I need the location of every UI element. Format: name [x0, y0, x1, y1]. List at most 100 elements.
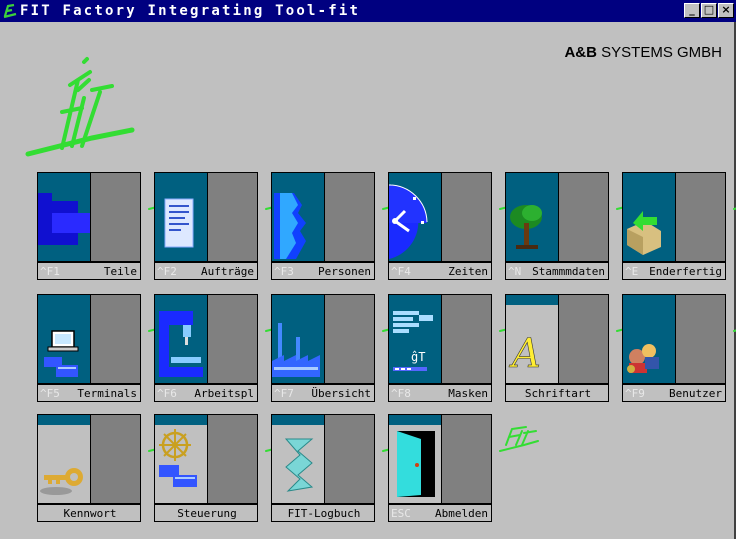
company-name: A&B SYSTEMS GMBH — [564, 44, 722, 61]
tile-image-area — [623, 173, 675, 261]
tree-icon — [510, 205, 542, 249]
tile-label: ^F4 Zeiten — [388, 262, 492, 280]
tile-image-area — [389, 173, 441, 261]
tile-label-text: FIT-Logbuch — [287, 506, 361, 520]
tile-stammmdaten[interactable]: ^N Stammmdaten — [505, 172, 656, 282]
tile-label-text: Masken — [448, 386, 488, 400]
maximize-button[interactable]: □ — [701, 3, 717, 18]
shortcut-key: ^F8 — [391, 386, 411, 400]
tile-label-text: Benutzer — [669, 386, 722, 400]
tile-image-area — [506, 173, 558, 261]
tile-label-text: Enderfertig — [649, 264, 722, 278]
svg-text:ĝT: ĝT — [411, 350, 425, 364]
tile-brand-area — [90, 295, 188, 383]
drill-press-icon — [159, 311, 203, 377]
window-title: FIT Factory Integrating Tool-fit — [20, 3, 361, 19]
tile-pane — [622, 294, 736, 384]
tile-pane: A — [505, 294, 656, 384]
tile-label-text: Aufträge — [201, 264, 254, 278]
tile-label-text: Teile — [103, 264, 137, 278]
fit-mark-icon — [499, 426, 539, 452]
tile-pane — [154, 172, 305, 262]
tile-label: ^F7 Übersicht — [271, 384, 375, 402]
tile-masken[interactable]: ĝT ^F8 Masken — [388, 294, 539, 404]
tile-label: Schriftart — [505, 384, 609, 402]
tile-label: Kennwort — [37, 504, 141, 522]
tile-brand-area — [441, 295, 539, 383]
tile-terminals[interactable]: ^F5 Terminals — [37, 294, 188, 404]
tile-pane — [271, 172, 422, 262]
tile-übersicht[interactable]: ^F7 Übersicht — [271, 294, 422, 404]
tile-label-text: Steuerung — [177, 506, 237, 520]
tile-image-area: A — [506, 295, 558, 383]
title-bar[interactable]: FIT Factory Integrating Tool-fit _ □ × — [0, 0, 736, 22]
document-icon — [164, 198, 194, 248]
tile-brand-area — [324, 295, 422, 383]
tile-label: ^F5 Terminals — [37, 384, 141, 402]
tile-label-text: Zeiten — [448, 264, 488, 278]
tile-image-area — [272, 295, 324, 383]
screen-mask-icon: ĝT — [393, 311, 433, 371]
fit-mark-icon — [733, 329, 736, 332]
tile-fit-logbuch[interactable]: FIT-Logbuch — [271, 414, 422, 524]
tile-kennwort[interactable]: Kennwort — [37, 414, 188, 524]
faces-icon — [274, 193, 306, 259]
tile-label: ^F1 Teile — [37, 262, 141, 280]
tile-benutzer[interactable]: ^F9 Benutzer — [622, 294, 736, 404]
tile-image-area — [272, 415, 324, 503]
tile-brand-area — [441, 415, 539, 503]
tile-pane — [37, 172, 188, 262]
door-icon — [389, 425, 441, 503]
shortcut-key: ^F5 — [40, 386, 60, 400]
tile-brand-area — [90, 173, 188, 261]
users-icon — [627, 344, 659, 373]
tile-zeiten[interactable]: ^F4 Zeiten — [388, 172, 539, 282]
tile-label: ^F6 Arbeitspl — [154, 384, 258, 402]
tile-label: ^F2 Aufträge — [154, 262, 258, 280]
helm-icon — [155, 425, 207, 503]
fit-app-icon — [3, 3, 17, 19]
tile-steuerung[interactable]: Steuerung — [154, 414, 305, 524]
shortcut-key: ^F9 — [625, 386, 645, 400]
app-window: FIT Factory Integrating Tool-fit _ □ × A… — [0, 0, 736, 539]
parts-icon — [38, 193, 90, 245]
computer-icon — [44, 330, 79, 377]
tile-label-text: Kennwort — [63, 506, 117, 520]
shortcut-key: ^F3 — [274, 264, 294, 278]
tile-label: ^F3 Personen — [271, 262, 375, 280]
fit-logo — [25, 57, 135, 157]
minimize-button[interactable]: _ — [684, 3, 700, 18]
tile-abmelden[interactable]: ESC Abmelden — [388, 414, 539, 524]
tile-pane — [271, 414, 422, 504]
tile-image-area — [38, 295, 90, 383]
fit-mark-icon — [733, 207, 736, 210]
tile-brand-area — [324, 415, 422, 503]
key-icon — [38, 425, 90, 503]
tile-brand-area — [441, 173, 539, 261]
tile-personen[interactable]: ^F3 Personen — [271, 172, 422, 282]
tile-label: ^E Enderfertig — [622, 262, 726, 280]
tile-arbeitspl[interactable]: ^F6 Arbeitspl — [154, 294, 305, 404]
tile-label: ESC Abmelden — [388, 504, 492, 522]
tile-schriftart[interactable]: A Schriftart — [505, 294, 656, 404]
tile-label-text: Stammmdaten — [532, 264, 605, 278]
tile-image-area — [272, 173, 324, 261]
tile-brand-area — [207, 415, 305, 503]
tile-pane — [154, 294, 305, 384]
tile-brand-area — [207, 295, 305, 383]
tile-teile[interactable]: ^F1 Teile — [37, 172, 188, 282]
close-button[interactable]: × — [718, 3, 734, 18]
shortcut-key: ESC — [391, 506, 411, 520]
tile-label-text: Schriftart — [524, 386, 592, 400]
tile-pane — [37, 294, 188, 384]
shortcut-key: ^E — [625, 264, 639, 278]
shortcut-key: ^F4 — [391, 264, 411, 278]
tile-enderfertig[interactable]: ^E Enderfertig — [622, 172, 736, 282]
tile-label-text: Personen — [318, 264, 371, 278]
tile-brand-area — [207, 173, 305, 261]
tile-pane — [388, 414, 539, 504]
shortcut-key: ^F2 — [157, 264, 177, 278]
tile-brand-area — [90, 415, 188, 503]
tile-aufträge[interactable]: ^F2 Aufträge — [154, 172, 305, 282]
tile-label-text: Abmelden — [435, 506, 488, 520]
